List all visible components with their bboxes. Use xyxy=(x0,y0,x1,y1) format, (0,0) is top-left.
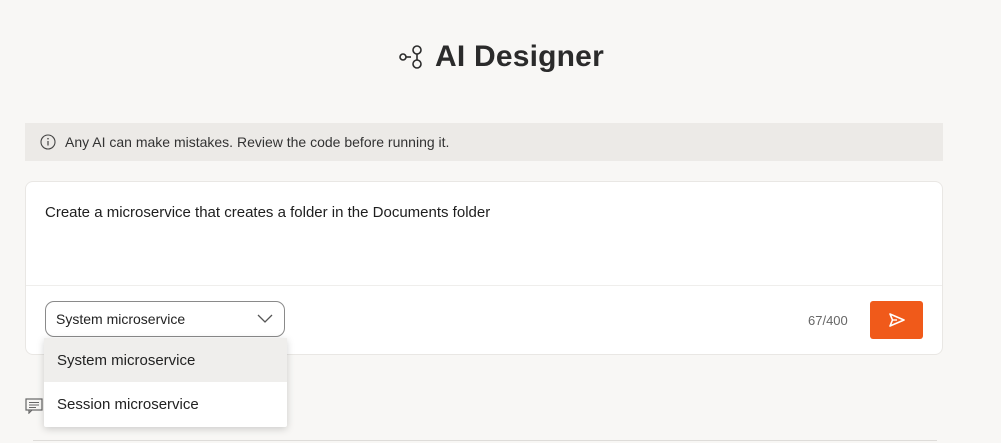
select-value: System microservice xyxy=(56,311,186,327)
divider xyxy=(26,285,942,286)
option-system-microservice[interactable]: System microservice xyxy=(44,338,287,382)
page-title: AI Designer xyxy=(435,40,604,73)
disclaimer-banner: Any AI can make mistakes. Review the cod… xyxy=(25,123,943,161)
chat-bubble-icon[interactable] xyxy=(25,398,43,414)
character-count: 67/400 xyxy=(808,313,848,328)
graph-nodes-icon xyxy=(397,42,427,72)
chevron-down-icon xyxy=(256,312,274,326)
ai-designer-page: AI Designer Any AI can make mistakes. Re… xyxy=(0,0,1001,443)
disclaimer-text: Any AI can make mistakes. Review the cod… xyxy=(65,134,450,150)
send-icon xyxy=(888,312,906,328)
microservice-type-select[interactable]: System microservice xyxy=(45,301,285,337)
divider xyxy=(33,440,937,441)
prompt-card: Create a microservice that creates a fol… xyxy=(25,181,943,355)
info-icon xyxy=(40,134,56,150)
option-session-microservice[interactable]: Session microservice xyxy=(44,382,287,426)
page-header: AI Designer xyxy=(0,40,1001,74)
prompt-input[interactable]: Create a microservice that creates a fol… xyxy=(45,204,490,221)
microservice-type-dropdown: System microservice Session microservice xyxy=(44,338,287,427)
send-button[interactable] xyxy=(870,301,923,339)
